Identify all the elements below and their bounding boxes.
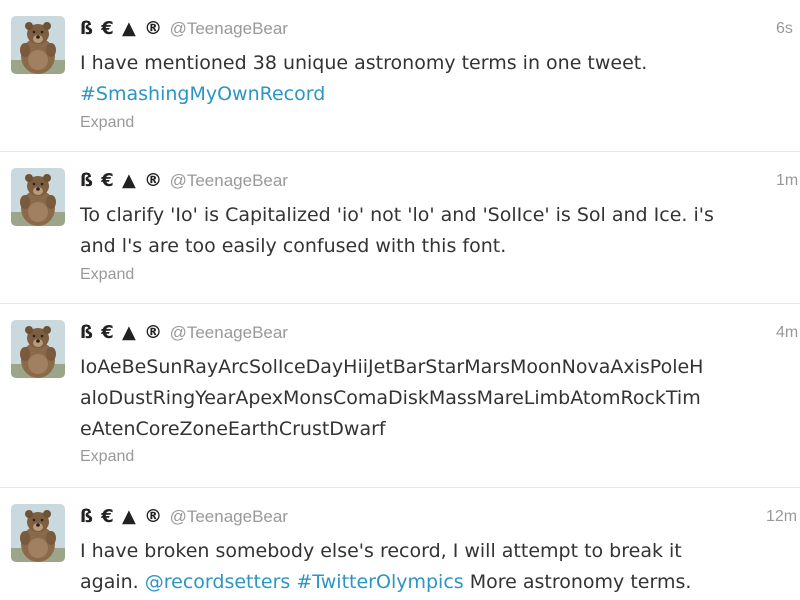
username[interactable]: @TeenageBear bbox=[170, 171, 288, 190]
bear-avatar-icon bbox=[11, 16, 65, 74]
tweet-text-line: To clarify 'Io' is Capitalized 'io' not … bbox=[80, 204, 714, 226]
tweet-header: ß € ▲ ® @TeenageBear bbox=[80, 506, 288, 530]
display-name[interactable]: ß € ▲ ® bbox=[80, 170, 163, 191]
avatar[interactable] bbox=[11, 320, 65, 378]
timestamp[interactable]: 6s bbox=[776, 20, 793, 38]
avatar[interactable] bbox=[11, 16, 65, 74]
timeline: ß € ▲ ® @TeenageBear 6s I have mentioned… bbox=[0, 0, 800, 600]
username[interactable]: @TeenageBear bbox=[170, 323, 288, 342]
tweet-text-line: I have broken somebody else's record, I … bbox=[80, 540, 682, 562]
tweet-header: ß € ▲ ® @TeenageBear bbox=[80, 322, 288, 346]
tweet-text-line: again. bbox=[80, 571, 145, 593]
mention-link[interactable]: @recordsetters bbox=[145, 571, 291, 593]
tweet[interactable]: ß € ▲ ® @TeenageBear 1m To clarify 'Io' … bbox=[0, 152, 800, 304]
display-name[interactable]: ß € ▲ ® bbox=[80, 18, 163, 39]
hashtag-link[interactable]: #SmashingMyOwnRecord bbox=[80, 83, 325, 105]
timestamp[interactable]: 12m bbox=[766, 508, 797, 526]
display-name[interactable]: ß € ▲ ® bbox=[80, 506, 163, 527]
tweet[interactable]: ß € ▲ ® @TeenageBear 4m IoAeBeSunRayArcS… bbox=[0, 304, 800, 488]
tweet[interactable]: ß € ▲ ® @TeenageBear 12m I have broken s… bbox=[0, 488, 800, 600]
tweet-text: I have broken somebody else's record, I … bbox=[80, 536, 800, 598]
tweet-text: To clarify 'Io' is Capitalized 'io' not … bbox=[80, 200, 800, 262]
tweet-text-line: IoAeBeSunRayArcSolIceDayHiiJetBarStarMar… bbox=[80, 356, 704, 378]
tweet-header: ß € ▲ ® @TeenageBear bbox=[80, 18, 288, 42]
tweet-text: I have mentioned 38 unique astronomy ter… bbox=[80, 48, 800, 110]
tweet-text-line: aloDustRingYearApexMonsComaDiskMassMareL… bbox=[80, 387, 701, 409]
hashtag-link[interactable]: #TwitterOlympics bbox=[296, 571, 463, 593]
tweet-text-line: I have mentioned 38 unique astronomy ter… bbox=[80, 52, 648, 74]
tweet-text-line: More astronomy terms. bbox=[463, 571, 692, 593]
bear-avatar-icon bbox=[11, 320, 65, 378]
expand-link[interactable]: Expand bbox=[80, 266, 134, 284]
tweet-text-line: eAtenCoreZoneEarthCrustDwarf bbox=[80, 418, 386, 440]
timestamp[interactable]: 1m bbox=[776, 172, 798, 190]
tweet-text: IoAeBeSunRayArcSolIceDayHiiJetBarStarMar… bbox=[80, 352, 800, 445]
tweet[interactable]: ß € ▲ ® @TeenageBear 6s I have mentioned… bbox=[0, 0, 800, 152]
expand-link[interactable]: Expand bbox=[80, 114, 134, 132]
expand-link[interactable]: Expand bbox=[80, 448, 134, 466]
timestamp[interactable]: 4m bbox=[776, 324, 798, 342]
tweet-text-line: and l's are too easily confused with thi… bbox=[80, 235, 507, 257]
display-name[interactable]: ß € ▲ ® bbox=[80, 322, 163, 343]
tweet-header: ß € ▲ ® @TeenageBear bbox=[80, 170, 288, 194]
bear-avatar-icon bbox=[11, 168, 65, 226]
avatar[interactable] bbox=[11, 504, 65, 562]
username[interactable]: @TeenageBear bbox=[170, 19, 288, 38]
avatar[interactable] bbox=[11, 168, 65, 226]
username[interactable]: @TeenageBear bbox=[170, 507, 288, 526]
bear-avatar-icon bbox=[11, 504, 65, 562]
